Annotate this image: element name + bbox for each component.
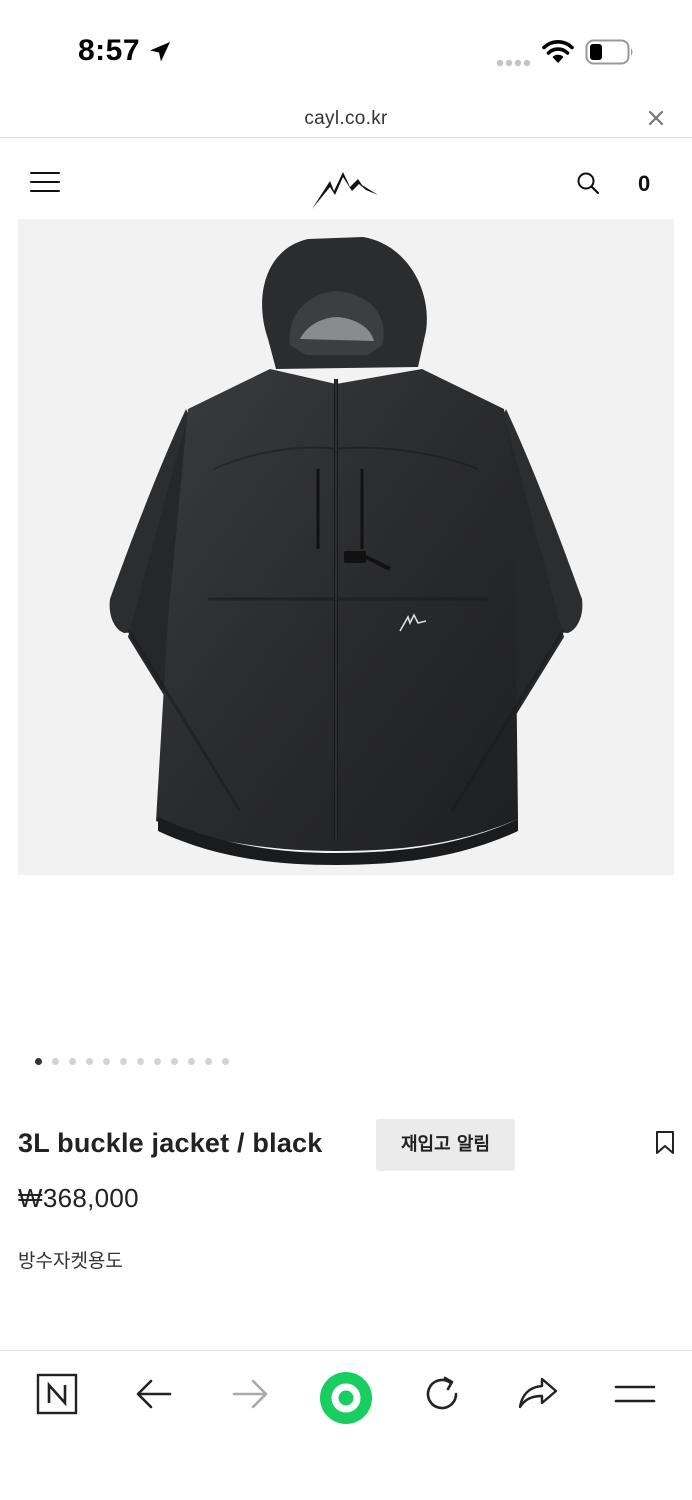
back-arrow-icon[interactable] [134,1373,174,1420]
product-description: 방수자켓용도 [18,1250,123,1272]
product-price: ₩368,000 [18,1183,139,1213]
carousel-dot[interactable] [69,1058,76,1065]
cart-count[interactable]: 0 [638,171,650,197]
battery-icon [585,39,635,70]
carousel-dot[interactable] [103,1058,110,1065]
forward-arrow-icon[interactable] [230,1373,270,1420]
url-bar[interactable]: cayl.co.kr [0,100,692,138]
carousel-dot[interactable] [188,1058,195,1065]
carousel-dot[interactable] [52,1058,59,1065]
signal-icon [496,54,532,72]
green-assistant-icon[interactable] [319,1371,373,1430]
carousel-dot[interactable] [35,1058,42,1065]
reload-icon[interactable] [421,1373,463,1420]
carousel-dot[interactable] [120,1058,127,1065]
search-icon[interactable] [576,171,600,200]
status-time: 8:57 [78,34,141,67]
status-bar: 8:57 [0,0,692,100]
close-icon[interactable] [646,108,666,133]
carousel-dot[interactable] [137,1058,144,1065]
hamburger-menu-icon[interactable] [30,171,60,198]
share-icon[interactable] [516,1373,560,1420]
carousel-dot[interactable] [222,1058,229,1065]
black-shell-jacket-image[interactable] [18,219,674,875]
carousel-dot[interactable] [86,1058,93,1065]
menu-lines-icon[interactable] [614,1373,656,1420]
url-text[interactable]: cayl.co.kr [0,108,692,130]
wifi-icon [542,38,574,69]
carousel-dot[interactable] [154,1058,161,1065]
location-arrow-icon [148,40,172,69]
bookmark-icon[interactable] [654,1130,676,1161]
naver-home-icon[interactable] [36,1373,78,1420]
restock-notify-button[interactable]: 재입고 알림 [376,1119,515,1171]
product-title: 3L buckle jacket / black [18,1128,323,1158]
carousel-dot[interactable] [205,1058,212,1065]
mountain-logo-icon[interactable] [306,159,386,216]
carousel-dots[interactable] [35,1058,229,1065]
browser-toolbar [0,1350,692,1500]
site-header: 0 [0,139,692,219]
carousel-dot[interactable] [171,1058,178,1065]
